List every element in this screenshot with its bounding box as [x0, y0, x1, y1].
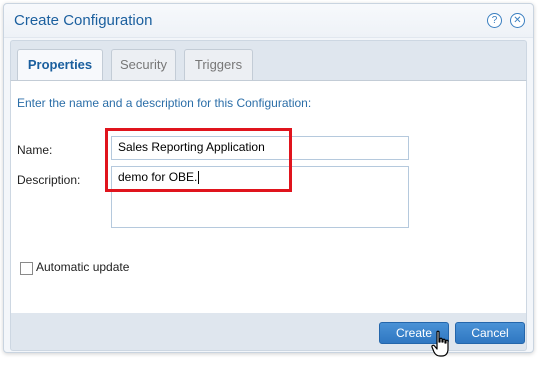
highlight-box	[105, 128, 292, 192]
tab-properties[interactable]: Properties	[17, 49, 103, 81]
name-label: Name:	[17, 143, 53, 157]
automatic-update-label: Automatic update	[36, 260, 130, 274]
dialog-title: Create Configuration	[14, 12, 153, 29]
hand-pointer-icon	[431, 330, 449, 357]
intro-text: Enter the name and a description for thi…	[17, 96, 312, 110]
properties-panel: Enter the name and a description for thi…	[10, 80, 527, 314]
close-icon[interactable]: ✕	[510, 13, 525, 28]
cancel-button[interactable]: Cancel	[455, 322, 525, 344]
tab-strip: Properties Security Triggers	[10, 40, 527, 81]
dialog-titlebar: Create Configuration ? ✕	[4, 4, 533, 38]
create-configuration-dialog: Create Configuration ? ✕ Properties Secu…	[3, 3, 534, 353]
tab-security[interactable]: Security	[111, 49, 176, 80]
description-label: Description:	[17, 173, 81, 187]
help-icon[interactable]: ?	[487, 13, 502, 28]
automatic-update-checkbox[interactable]	[20, 262, 33, 275]
tab-triggers[interactable]: Triggers	[184, 49, 253, 80]
